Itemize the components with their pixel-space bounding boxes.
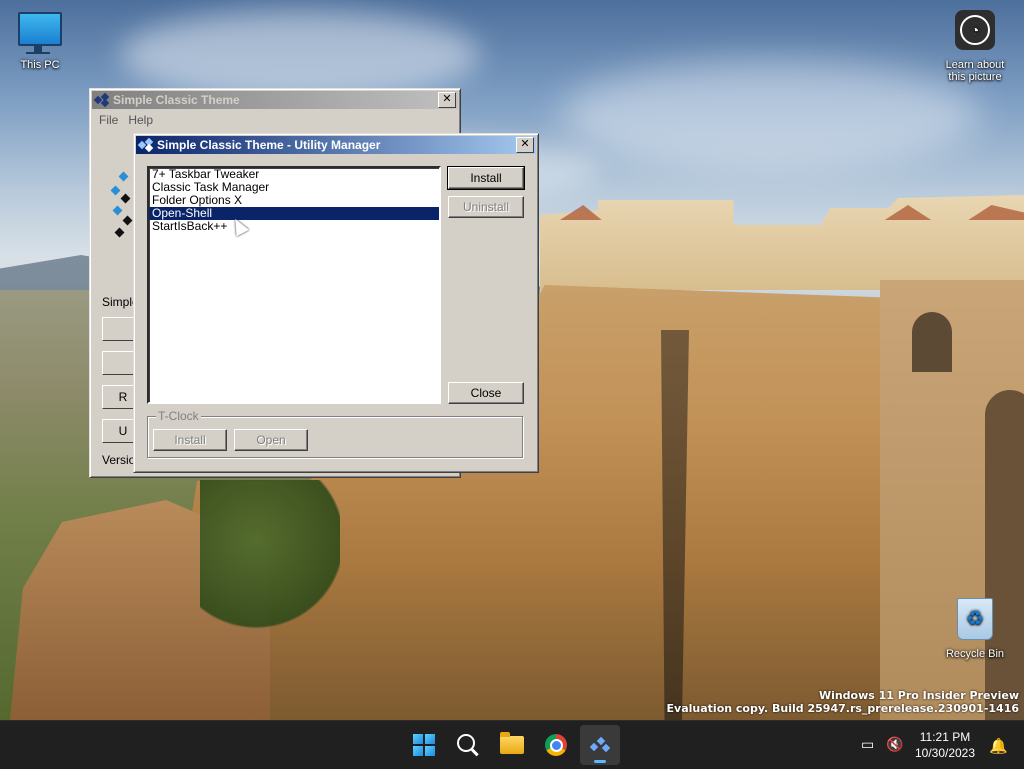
simple-classic-theme-taskbar-button[interactable]: [580, 725, 620, 765]
simple-classic-theme-icon: [93, 92, 110, 108]
bushes: [200, 480, 340, 630]
monitor-icon: [18, 12, 62, 54]
notification-bell-icon[interactable]: 🔔: [989, 737, 1008, 755]
chrome-button[interactable]: [536, 725, 576, 765]
clock-time: 11:21 PM: [919, 730, 971, 744]
taskbar: ▭ 🔇 11:21 PM 10/30/2023 🔔: [0, 720, 1024, 769]
bridge-arch: [985, 390, 1024, 720]
desktop-icon-label: Recycle Bin: [945, 648, 1005, 660]
close-icon[interactable]: ✕: [438, 92, 456, 108]
chrome-icon: [545, 734, 567, 756]
title-bar[interactable]: Simple Classic Theme ✕: [92, 91, 458, 109]
network-icon[interactable]: ▭: [861, 737, 874, 753]
search-button[interactable]: [448, 725, 488, 765]
recycle-bin-icon: ♻: [957, 598, 993, 640]
dialog-title: Simple Classic Theme - Utility Manager: [157, 138, 381, 152]
folder-icon: [500, 732, 524, 754]
uninstall-button[interactable]: Uninstall: [448, 196, 524, 218]
volume-muted-icon[interactable]: 🔇: [886, 737, 903, 753]
utility-manager-dialog[interactable]: Simple Classic Theme - Utility Manager ✕…: [133, 133, 539, 473]
system-clock[interactable]: 11:21 PM 10/30/2023: [912, 729, 978, 761]
search-icon: [457, 734, 475, 752]
group-label: T-Clock: [156, 409, 201, 423]
desktop-icon-label: Learn about this picture: [945, 59, 1005, 83]
list-item[interactable]: StartIsBack++: [149, 220, 439, 233]
watermark-line: Evaluation copy. Build 25947.rs_prerelea…: [666, 702, 1019, 715]
bridge-arch: [912, 312, 952, 372]
window-title: Simple Classic Theme: [113, 93, 240, 107]
this-pc-shortcut[interactable]: This PC: [0, 12, 80, 71]
simple-classic-theme-icon: [137, 137, 154, 153]
install-button[interactable]: Install: [447, 166, 525, 190]
menu-file[interactable]: File: [94, 113, 123, 127]
tclock-open-button[interactable]: Open: [234, 429, 308, 451]
camera-icon: ◔: [955, 10, 995, 50]
clock-date: 10/30/2023: [914, 746, 976, 760]
start-button[interactable]: [404, 725, 444, 765]
tclock-install-button[interactable]: Install: [153, 429, 227, 451]
menu-help[interactable]: Help: [123, 113, 158, 127]
start-icon: [413, 734, 435, 756]
cloud: [560, 60, 980, 170]
title-bar[interactable]: Simple Classic Theme - Utility Manager ✕: [136, 136, 536, 154]
close-icon[interactable]: ✕: [516, 137, 534, 153]
menu-bar: File Help: [90, 111, 460, 129]
utility-list[interactable]: 7+ Taskbar Tweaker Classic Task Manager …: [147, 166, 441, 404]
file-explorer-button[interactable]: [492, 725, 532, 765]
recycle-bin-shortcut[interactable]: ♻ Recycle Bin: [935, 598, 1015, 660]
town-buildings: [540, 195, 1024, 290]
watermark-line: Windows 11 Pro Insider Preview: [818, 689, 1019, 702]
simple-classic-theme-icon: [589, 736, 611, 754]
desktop-icon-label: This PC: [20, 59, 60, 71]
evaluation-watermark: Windows 11 Pro Insider Preview Evaluatio…: [667, 689, 1019, 715]
cloud: [120, 10, 480, 100]
tclock-group: T-Clock Install Open: [147, 409, 523, 458]
close-button[interactable]: Close: [448, 382, 524, 404]
learn-about-picture-shortcut[interactable]: ◔ Learn about this picture: [935, 10, 1015, 83]
